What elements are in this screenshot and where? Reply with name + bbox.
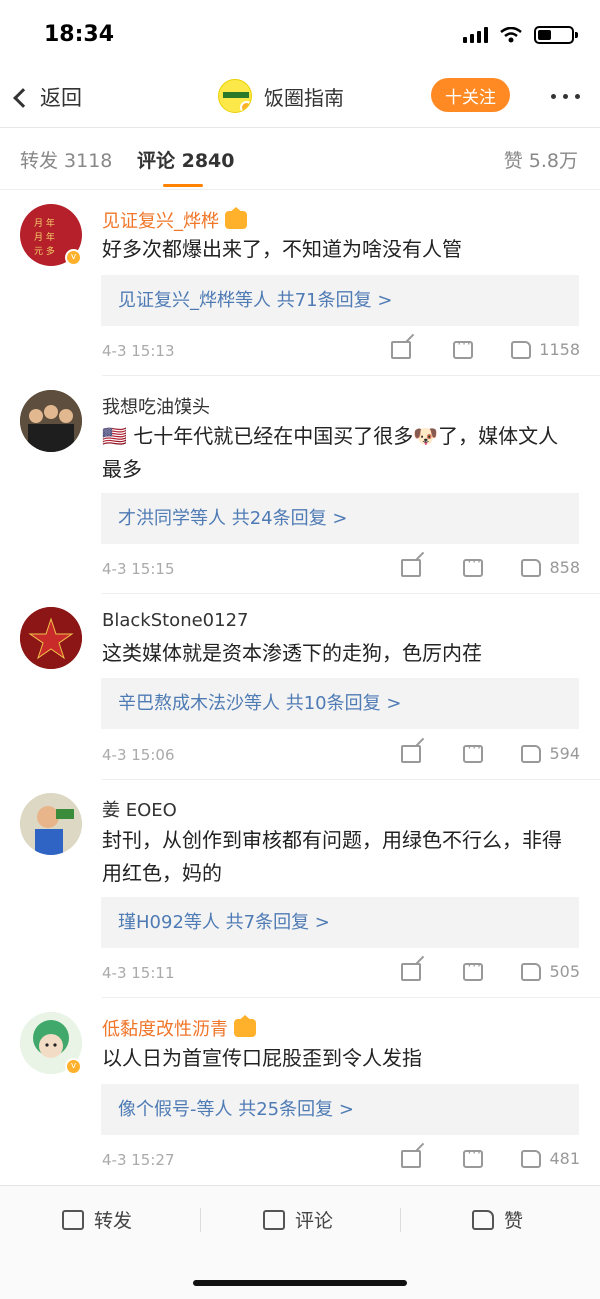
comment-time: 4-3 15:06 xyxy=(102,746,175,764)
status-time: 18:34 xyxy=(44,22,115,47)
verified-badge-icon: v xyxy=(65,1058,82,1075)
more-icon[interactable] xyxy=(551,94,580,99)
reply-summary[interactable]: 见证复兴_烨桦等人 共71条回复 > xyxy=(101,275,579,326)
comment-author-name: 姜 EOEO xyxy=(102,800,177,821)
like-count: 1158 xyxy=(539,340,580,359)
divider xyxy=(102,997,600,998)
comment-actions: 594 xyxy=(401,741,580,763)
divider xyxy=(102,375,600,376)
like-count: 505 xyxy=(549,962,580,981)
comment-author-name: 我想吃油馍头 xyxy=(102,397,210,418)
avatar[interactable] xyxy=(20,607,82,669)
wifi-icon xyxy=(500,27,522,43)
like-icon[interactable] xyxy=(521,962,542,981)
follow-button[interactable]: 十关注 xyxy=(431,78,510,112)
share-icon[interactable] xyxy=(391,340,412,359)
reply-summary[interactable]: 瑾H092等人 共7条回复 > xyxy=(101,897,579,948)
share-icon xyxy=(62,1209,84,1230)
tab-active-indicator xyxy=(163,184,203,187)
comment-button[interactable]: 评论 xyxy=(263,1206,333,1233)
comment-text: 以人日为首宣传口屁股歪到令人发指 xyxy=(102,1046,422,1070)
reply-summary[interactable]: 辛巴熬成木法沙等人 共10条回复 > xyxy=(101,678,579,729)
divider xyxy=(102,779,600,780)
like-icon xyxy=(472,1209,494,1230)
back-label: 返回 xyxy=(40,86,82,110)
svg-text:月 年: 月 年 xyxy=(34,231,55,243)
svg-text:元 多: 元 多 xyxy=(34,245,55,257)
comment-text: 这类媒体就是资本渗透下的走狗，色厉内荏 xyxy=(102,641,482,665)
account-header[interactable]: 饭圈指南 xyxy=(218,79,344,113)
like-icon[interactable] xyxy=(521,1149,542,1168)
comment-actions: 1158 xyxy=(391,337,580,359)
like-icon[interactable] xyxy=(511,340,532,359)
comment-time: 4-3 15:27 xyxy=(102,1151,175,1169)
signal-icon xyxy=(463,27,488,43)
like-count: 481 xyxy=(549,1149,580,1168)
repost-label: 转发 xyxy=(94,1210,133,1232)
divider xyxy=(200,1208,201,1232)
comment-author-name: 低黏度改性沥青 xyxy=(102,1019,228,1040)
like-icon[interactable] xyxy=(521,744,542,763)
like-count: 594 xyxy=(549,744,580,763)
share-icon[interactable] xyxy=(401,744,422,763)
tab-bar: 转发 3118 评论 2840 赞 5.8万 xyxy=(0,128,600,190)
verified-badge-icon xyxy=(240,101,251,112)
comment-author[interactable]: BlackStone0127 xyxy=(102,610,249,631)
account-title: 饭圈指南 xyxy=(264,85,344,110)
comment-text: 封刊，从创作到审核都有问题，用绿色不行么，非得用红色，妈的 xyxy=(102,828,562,885)
battery-icon xyxy=(534,26,578,44)
comment-icon[interactable] xyxy=(463,555,484,577)
like-label: 赞 xyxy=(504,1210,524,1232)
comment-icon[interactable] xyxy=(463,1146,484,1168)
divider xyxy=(102,593,600,594)
comment-actions: 505 xyxy=(401,959,580,981)
share-icon[interactable] xyxy=(401,1149,422,1168)
avatar[interactable] xyxy=(20,793,82,855)
back-button[interactable]: 返回 xyxy=(13,82,82,112)
account-avatar xyxy=(218,79,252,113)
comment-author[interactable]: 我想吃油馍头 xyxy=(102,393,210,419)
svg-text:月 年: 月 年 xyxy=(34,217,55,229)
tab-repost[interactable]: 转发 3118 xyxy=(20,146,112,173)
comment-actions: 858 xyxy=(401,555,580,577)
comment-text: 好多次都爆出来了，不知道为啥没有人管 xyxy=(102,237,462,261)
reply-summary[interactable]: 才洪同学等人 共24条回复 > xyxy=(101,493,579,544)
navbar: 返回 饭圈指南 十关注 xyxy=(0,70,600,128)
comment-text: 🇺🇸 七十年代就已经在中国买了很多🐶了，媒体文人最多 xyxy=(102,424,559,481)
tab-likes[interactable]: 赞 5.8万 xyxy=(504,146,578,173)
vip-crown-icon xyxy=(234,1015,256,1037)
comment-author-name: 见证复兴_烨桦 xyxy=(102,211,219,232)
vip-crown-icon xyxy=(225,207,247,229)
verified-badge-icon: v xyxy=(65,249,82,266)
share-icon[interactable] xyxy=(401,558,422,577)
home-indicator[interactable] xyxy=(193,1280,407,1286)
status-icons xyxy=(463,26,578,44)
tab-comments[interactable]: 评论 2840 xyxy=(137,146,235,173)
like-icon[interactable] xyxy=(521,558,542,577)
repost-button[interactable]: 转发 xyxy=(62,1206,132,1233)
divider xyxy=(400,1208,401,1232)
comment-icon[interactable] xyxy=(453,337,474,359)
share-icon[interactable] xyxy=(401,962,422,981)
comment-author[interactable]: 低黏度改性沥青 xyxy=(102,1015,256,1041)
comment-icon xyxy=(263,1209,285,1230)
comment-icon[interactable] xyxy=(463,959,484,981)
status-bar: 18:34 xyxy=(0,0,600,70)
comment-time: 4-3 15:15 xyxy=(102,560,175,578)
avatar[interactable] xyxy=(20,390,82,452)
comment-actions: 481 xyxy=(401,1146,580,1168)
like-count: 858 xyxy=(549,558,580,577)
comment-label: 评论 xyxy=(295,1210,334,1232)
comment-time: 4-3 15:11 xyxy=(102,964,175,982)
comment-icon[interactable] xyxy=(463,741,484,763)
comment-time: 4-3 15:13 xyxy=(102,342,175,360)
like-button[interactable]: 赞 xyxy=(472,1206,523,1233)
reply-summary[interactable]: 像个假号-等人 共25条回复 > xyxy=(101,1084,579,1135)
comment-author[interactable]: 姜 EOEO xyxy=(102,796,177,822)
chevron-left-icon xyxy=(13,87,33,108)
comment-author-name: BlackStone0127 xyxy=(102,610,249,631)
comment-author[interactable]: 见证复兴_烨桦 xyxy=(102,207,247,233)
